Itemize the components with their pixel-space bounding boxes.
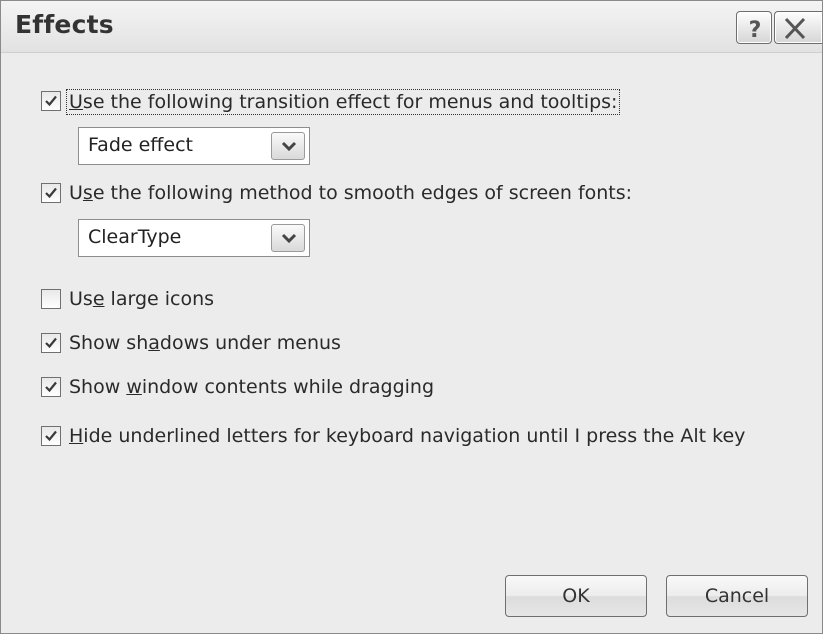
- svg-text:?: ?: [749, 18, 762, 43]
- cancel-button[interactable]: Cancel: [666, 575, 808, 617]
- transition-effect-label[interactable]: Use the following transition effect for …: [66, 89, 621, 115]
- smooth-edges-checkbox[interactable]: [41, 183, 61, 203]
- title-bar[interactable]: Effects ?: [1, 1, 822, 53]
- hide-underlines-label[interactable]: Hide underlined letters for keyboard nav…: [69, 424, 745, 448]
- close-button[interactable]: [774, 11, 822, 44]
- question-mark-icon: ?: [749, 18, 762, 43]
- menu-shadows-label[interactable]: Show shadows under menus: [69, 331, 341, 355]
- window-contents-checkbox[interactable]: [41, 377, 61, 397]
- checkmark-icon: [45, 95, 57, 107]
- transition-effect-value: Fade effect: [88, 134, 193, 156]
- transition-effect-checkbox[interactable]: [41, 91, 61, 111]
- hide-underlines-checkbox[interactable]: [41, 426, 61, 446]
- effects-dialog: Effects ? Use the following transition e…: [0, 0, 823, 634]
- checkmark-icon: [45, 381, 57, 393]
- smooth-edges-label[interactable]: Use the following method to smooth edges…: [69, 181, 632, 205]
- smoothing-dropdown-button[interactable]: [271, 224, 305, 252]
- close-x-icon: [784, 17, 806, 40]
- checkmark-icon: [45, 430, 57, 442]
- menu-shadows-checkbox[interactable]: [41, 333, 61, 353]
- chevron-down-icon: [281, 233, 297, 244]
- checkmark-icon: [45, 337, 57, 349]
- smoothing-method-select[interactable]: ClearType: [78, 219, 310, 257]
- smoothing-method-value: ClearType: [88, 226, 182, 248]
- ok-button[interactable]: OK: [505, 575, 647, 617]
- checkmark-icon: [45, 187, 57, 199]
- transition-dropdown-button[interactable]: [271, 132, 305, 160]
- chevron-down-icon: [281, 141, 297, 152]
- large-icons-checkbox[interactable]: [41, 289, 61, 309]
- transition-effect-select[interactable]: Fade effect: [78, 127, 310, 165]
- window-contents-label[interactable]: Show window contents while dragging: [69, 375, 434, 399]
- help-button[interactable]: ?: [736, 11, 772, 44]
- large-icons-label[interactable]: Use large icons: [69, 287, 214, 311]
- dialog-title: Effects: [15, 10, 114, 39]
